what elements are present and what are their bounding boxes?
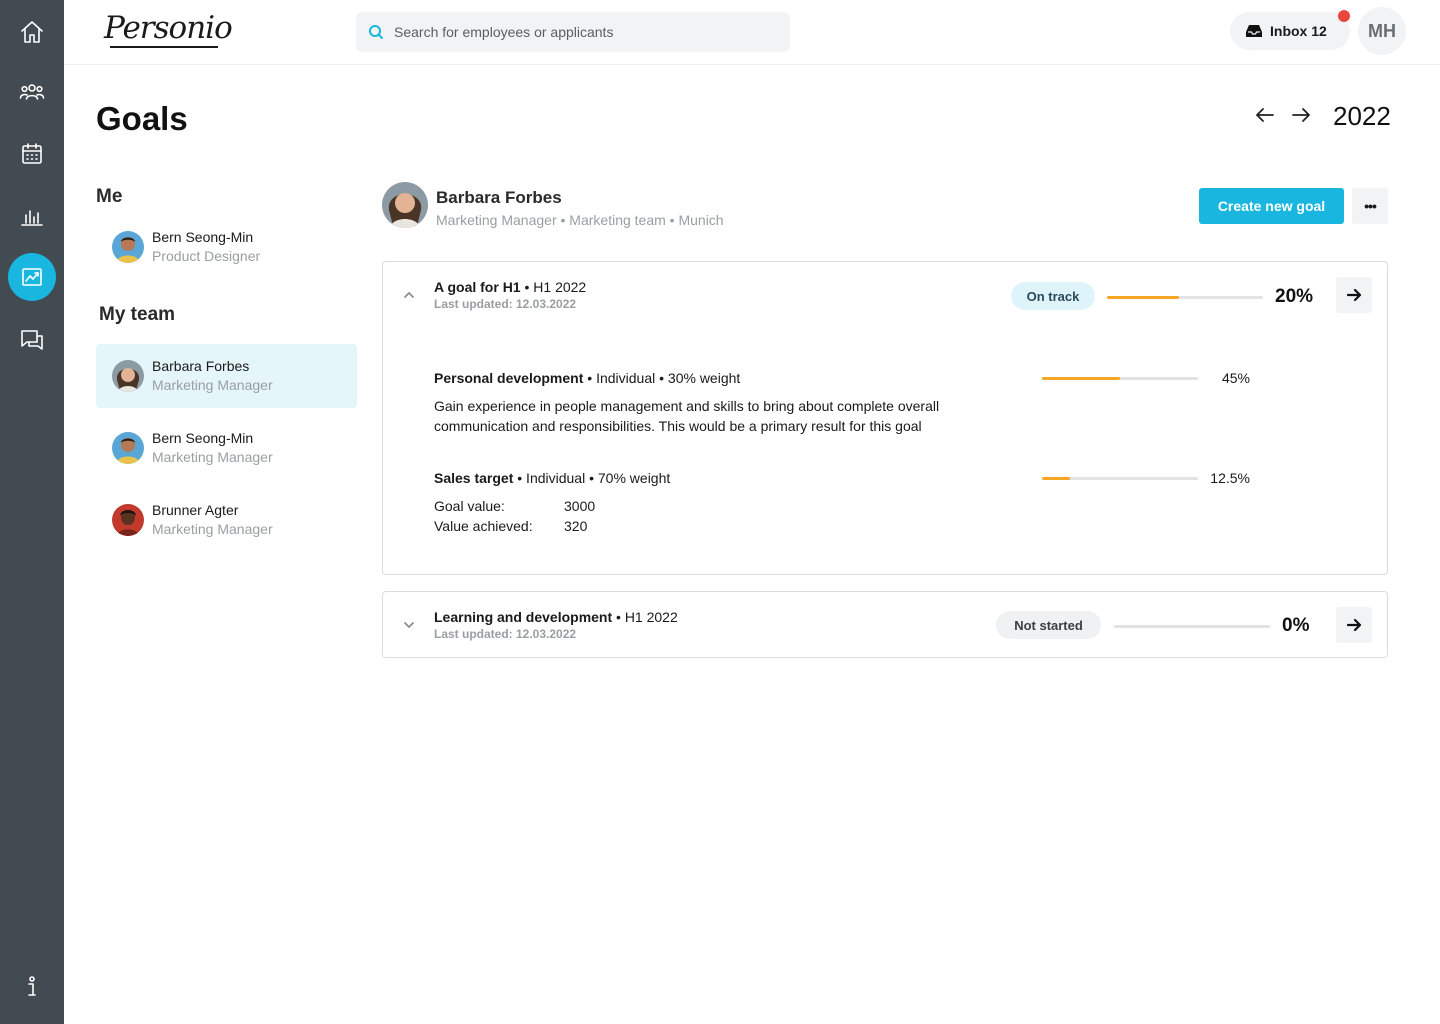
- value-achieved-label: Value achieved:: [434, 518, 533, 534]
- page-title: Goals: [96, 100, 188, 137]
- profile-meta: Marketing Manager • Marketing team • Mun…: [436, 212, 724, 228]
- previous-year-button[interactable]: [1254, 104, 1276, 126]
- key-result-name: Personal development: [434, 370, 584, 386]
- arrow-right-icon: [1346, 288, 1362, 302]
- next-year-button[interactable]: [1290, 104, 1312, 126]
- profile-name: Barbara Forbes: [436, 188, 562, 207]
- goal-card: Learning and development • H1 2022 Last …: [382, 591, 1388, 658]
- team-section-label: My team: [99, 304, 176, 325]
- goal-title[interactable]: A goal for H1 • H1 2022: [434, 279, 586, 295]
- expand-toggle[interactable]: [402, 618, 416, 632]
- goal-last-updated: Last updated: 12.03.2022: [434, 627, 577, 641]
- team-member-bern-seong-min[interactable]: Bern Seong-Min Marketing Manager: [96, 416, 357, 480]
- goal-value-label: Goal value:: [434, 498, 505, 514]
- user-avatar[interactable]: MH: [1358, 7, 1406, 55]
- more-options-button[interactable]: •••: [1352, 188, 1388, 224]
- arrow-right-icon: [1346, 618, 1362, 632]
- nav-home[interactable]: [8, 8, 56, 56]
- info-icon: [28, 976, 36, 996]
- open-goal-button[interactable]: [1336, 277, 1372, 313]
- home-icon: [21, 21, 43, 43]
- person-role: Marketing Manager: [152, 377, 273, 393]
- logo-underline: [110, 46, 218, 48]
- key-result-title: Personal development • Individual • 30% …: [434, 370, 740, 386]
- goal-period: • H1 2022: [612, 609, 678, 625]
- chevron-down-icon: [404, 622, 414, 628]
- goal-last-updated: Last updated: 12.03.2022: [434, 297, 577, 311]
- person-role: Marketing Manager: [152, 449, 273, 465]
- avatar: [112, 231, 144, 263]
- goal-card: A goal for H1 • H1 2022 Last updated: 12…: [382, 261, 1388, 575]
- goal-period: • H1 2022: [520, 279, 587, 295]
- chevron-up-icon: [404, 292, 414, 298]
- team-member-barbara-forbes[interactable]: Barbara Forbes Marketing Manager: [96, 344, 357, 408]
- search-icon: [369, 25, 384, 40]
- key-result-progress-fill: [1042, 477, 1071, 480]
- key-result-meta: • Individual • 30% weight: [583, 370, 741, 386]
- arrow-right-icon: [1292, 108, 1310, 122]
- person-me[interactable]: Bern Seong-Min Product Designer: [96, 215, 357, 279]
- key-result-progress-fill: [1042, 377, 1120, 380]
- arrow-left-icon: [1256, 108, 1274, 122]
- inbox-label: Inbox 12: [1270, 23, 1327, 39]
- top-bar: Personio Search for employees or applica…: [64, 0, 1440, 65]
- person-name: Brunner Agter: [152, 502, 239, 518]
- person-name: Bern Seong-Min: [152, 430, 254, 446]
- key-result-percent: 45%: [1221, 370, 1250, 386]
- nav-goals[interactable]: [8, 253, 56, 301]
- chat-icon: [21, 330, 43, 350]
- nav-chat[interactable]: [8, 316, 56, 364]
- open-goal-button[interactable]: [1336, 607, 1372, 643]
- me-section-label: Me: [96, 186, 123, 207]
- goal-value: 3000: [564, 498, 596, 514]
- goal-progress-percent: 0%: [1282, 615, 1310, 636]
- profile-avatar: [382, 182, 428, 228]
- person-role: Marketing Manager: [152, 521, 273, 537]
- trending-icon: [22, 268, 42, 286]
- logo-text: Personio: [104, 10, 233, 46]
- personio-logo[interactable]: Personio: [104, 10, 233, 52]
- people-icon: [19, 84, 45, 100]
- goal-progress-percent: 20%: [1275, 286, 1314, 307]
- inbox-icon: [1246, 25, 1262, 37]
- nav-info[interactable]: [8, 963, 56, 1011]
- notification-dot: [1338, 10, 1350, 22]
- avatar: [112, 432, 144, 464]
- avatar: [112, 360, 144, 392]
- year-label: 2022: [1333, 101, 1391, 131]
- goal-progress-bar: [1114, 625, 1270, 628]
- calendar-icon: [22, 143, 42, 164]
- key-result-progress-bar: [1042, 377, 1198, 380]
- key-result-meta: • Individual • 70% weight: [513, 470, 671, 486]
- person-name: Bern Seong-Min: [152, 229, 254, 245]
- key-result-name: Sales target: [434, 470, 514, 486]
- goal-progress-fill: [1107, 296, 1179, 299]
- team-member-brunner-agter[interactable]: Brunner Agter Marketing Manager: [96, 488, 357, 552]
- person-role: Product Designer: [152, 248, 261, 264]
- collapse-toggle[interactable]: [402, 288, 416, 302]
- key-result-percent: 12.5%: [1210, 470, 1250, 486]
- key-result-description: Gain experience in people management and…: [434, 398, 940, 434]
- status-badge: Not started: [996, 611, 1101, 639]
- bar-chart-icon: [21, 210, 43, 226]
- nav-calendar[interactable]: [8, 130, 56, 178]
- nav-reports[interactable]: [8, 192, 56, 240]
- key-result-progress-bar: [1042, 477, 1198, 480]
- search-input[interactable]: Search for employees or applicants: [356, 12, 790, 52]
- nav-people[interactable]: [8, 68, 56, 116]
- avatar: [112, 504, 144, 536]
- value-achieved: 320: [564, 518, 588, 534]
- key-result-title: Sales target • Individual • 70% weight: [434, 470, 670, 486]
- goal-progress-bar: [1107, 296, 1263, 299]
- goal-name: Learning and development: [434, 609, 613, 625]
- goal-title[interactable]: Learning and development • H1 2022: [434, 609, 678, 625]
- search-placeholder: Search for employees or applicants: [394, 24, 614, 40]
- status-badge: On track: [1011, 282, 1095, 310]
- sidebar: [0, 0, 64, 1024]
- person-name: Barbara Forbes: [152, 358, 250, 374]
- goal-name: A goal for H1: [434, 279, 521, 295]
- inbox-button[interactable]: Inbox 12: [1230, 12, 1350, 50]
- create-new-goal-button[interactable]: Create new goal: [1199, 188, 1344, 224]
